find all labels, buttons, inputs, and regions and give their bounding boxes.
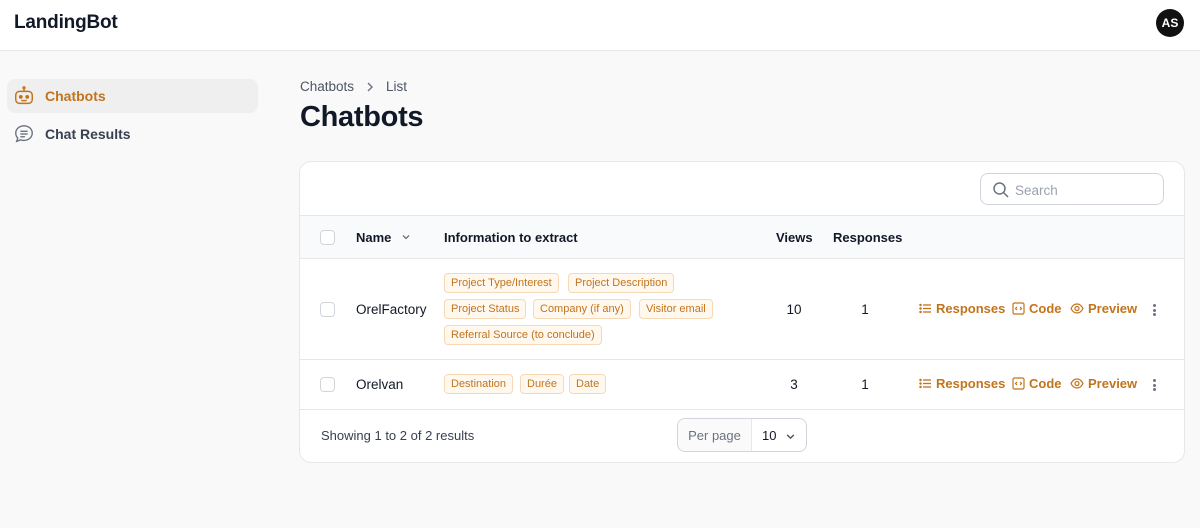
per-page-value-text: 10 [762, 427, 777, 443]
brand-logo[interactable]: LandingBot [14, 12, 118, 34]
code-icon [1012, 377, 1025, 390]
sidebar-item-chatbots[interactable]: Chatbots [7, 79, 258, 113]
table-row[interactable]: OrelFactory Project Type/Interest Projec… [300, 259, 1184, 360]
breadcrumb-parent[interactable]: Chatbots [300, 79, 354, 94]
responses-count: 1 [861, 302, 869, 317]
preview-action-button[interactable]: Preview [1070, 376, 1137, 391]
more-options-icon[interactable] [1147, 302, 1161, 318]
responses-action-button[interactable]: Responses [919, 376, 1005, 391]
select-all-checkbox[interactable] [320, 230, 335, 245]
action-label: Code [1029, 376, 1062, 391]
chevron-down-icon [786, 434, 795, 440]
responses-action-button[interactable]: Responses [919, 301, 1005, 316]
table-header: Name Information to extract Views Respon… [300, 215, 1184, 259]
info-tag: Project Type/Interest [444, 273, 559, 293]
views-count: 10 [786, 302, 802, 317]
info-tag: Project Description [568, 273, 675, 293]
row-checkbox[interactable] [320, 377, 335, 392]
column-header-views: Views [776, 230, 813, 245]
info-tag: Company (if any) [533, 299, 631, 319]
breadcrumb: Chatbots List [300, 79, 407, 94]
chatbot-name[interactable]: OrelFactory [356, 302, 427, 317]
per-page-select[interactable]: Per page 10 [677, 418, 807, 452]
per-page-value[interactable]: 10 [752, 419, 806, 451]
sidebar-item-chat-results[interactable]: Chat Results [7, 117, 258, 151]
column-header-info: Information to extract [444, 230, 578, 245]
column-header-responses: Responses [833, 230, 903, 245]
action-label: Responses [936, 301, 1006, 316]
sidebar-item-label: Chatbots [45, 88, 106, 104]
responses-count: 1 [861, 377, 869, 392]
chat-bubble-icon [15, 125, 33, 143]
pagination-summary: Showing 1 to 2 of 2 results [321, 428, 475, 443]
chatbot-name[interactable]: Orelvan [356, 377, 403, 392]
info-tag: Destination [444, 374, 514, 394]
page-title: Chatbots [300, 101, 424, 133]
action-label: Preview [1088, 376, 1138, 391]
sidebar-item-label: Chat Results [45, 126, 131, 142]
column-header-label: Name [356, 230, 392, 245]
info-tag: Referral Source (to conclude) [444, 325, 602, 345]
info-tag: Project Status [444, 299, 527, 319]
eye-icon [1070, 303, 1084, 314]
top-bar: LandingBot AS [0, 0, 1200, 51]
list-icon [919, 303, 931, 314]
breadcrumb-current: List [386, 79, 408, 94]
info-tag: Date [569, 374, 607, 394]
info-tag: Durée [520, 374, 564, 394]
list-icon [919, 378, 931, 389]
preview-action-button[interactable]: Preview [1070, 301, 1137, 316]
search-icon [993, 182, 1009, 198]
search-input[interactable] [1015, 180, 1155, 200]
row-checkbox[interactable] [320, 302, 335, 317]
column-header-name[interactable]: Name [356, 230, 411, 245]
per-page-label: Per page [678, 419, 752, 451]
code-icon [1012, 302, 1025, 315]
action-label: Preview [1088, 301, 1138, 316]
code-action-button[interactable]: Code [1012, 301, 1062, 316]
action-label: Responses [936, 376, 1006, 391]
views-count: 3 [790, 377, 798, 392]
action-label: Code [1029, 301, 1062, 316]
search-box[interactable] [980, 173, 1164, 205]
eye-icon [1070, 378, 1084, 389]
chatbots-table-card: Name Information to extract Views Respon… [299, 161, 1185, 463]
info-tag: Visitor email [639, 299, 713, 319]
chevron-right-icon [367, 82, 374, 91]
robot-icon [15, 86, 33, 105]
table-row[interactable]: Orelvan Destination Durée Date 3 1 Respo… [300, 360, 1184, 410]
code-action-button[interactable]: Code [1012, 376, 1062, 391]
more-options-icon[interactable] [1147, 377, 1161, 393]
chevron-down-icon [402, 235, 410, 240]
user-avatar[interactable]: AS [1156, 9, 1184, 37]
